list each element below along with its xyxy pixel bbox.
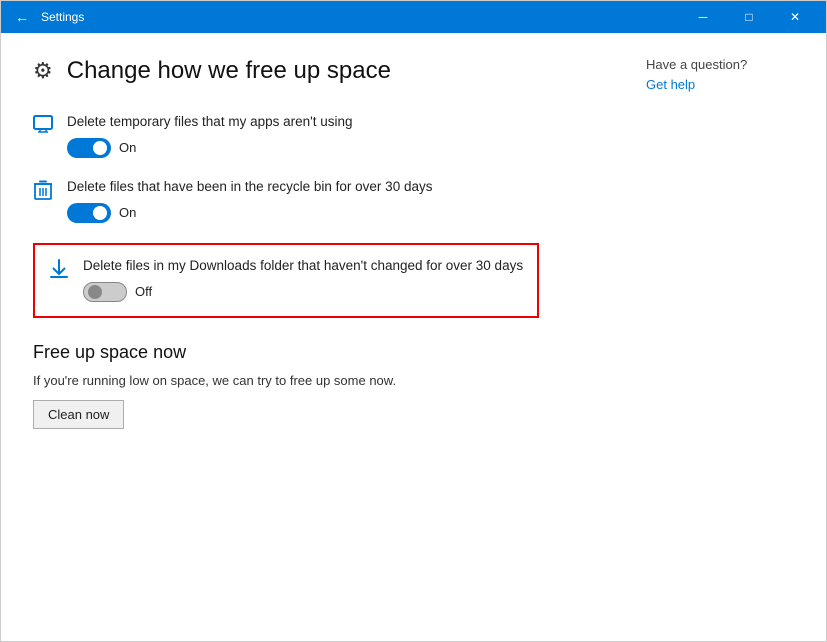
trash-icon [33, 180, 53, 200]
temp-files-label: Delete temporary files that my apps aren… [67, 113, 352, 132]
downloads-toggle-track[interactable] [83, 282, 127, 302]
setting-row-recycle-bin: Delete files that have been in the recyc… [33, 178, 594, 223]
recycle-bin-toggle-track[interactable] [67, 203, 111, 223]
main-panel: ⚙ Change how we free up space Delete tem… [1, 33, 626, 641]
highlighted-downloads-section: Delete files in my Downloads folder that… [33, 243, 539, 318]
get-help-link[interactable]: Get help [646, 77, 695, 92]
close-button[interactable]: ✕ [772, 1, 818, 33]
recycle-bin-toggle[interactable]: On [67, 203, 432, 223]
back-button[interactable]: ← [11, 6, 33, 28]
maximize-button[interactable]: □ [726, 1, 772, 33]
title-bar: ← Settings ─ □ ✕ [1, 1, 826, 33]
page-header: ⚙ Change how we free up space [33, 57, 594, 85]
setting-content-temp-files: Delete temporary files that my apps aren… [67, 113, 352, 158]
sidebar: Have a question? Get help [626, 33, 826, 641]
sidebar-question: Have a question? [646, 57, 806, 72]
temp-files-toggle[interactable]: On [67, 138, 352, 158]
free-up-section-title: Free up space now [33, 342, 594, 363]
temp-files-toggle-thumb [93, 141, 107, 155]
setting-content-downloads: Delete files in my Downloads folder that… [83, 257, 523, 302]
temp-files-toggle-label: On [119, 140, 136, 155]
window-controls: ─ □ ✕ [680, 1, 818, 33]
downloads-toggle-thumb [88, 285, 102, 299]
setting-row-temp-files: Delete temporary files that my apps aren… [33, 113, 594, 158]
minimize-button[interactable]: ─ [680, 1, 726, 33]
temp-files-toggle-track[interactable] [67, 138, 111, 158]
downloads-toggle[interactable]: Off [83, 282, 523, 302]
settings-window: ← Settings ─ □ ✕ ⚙ Change how we free up… [0, 0, 827, 642]
content-area: ⚙ Change how we free up space Delete tem… [1, 33, 826, 641]
downloads-toggle-label: Off [135, 284, 152, 299]
title-bar-left: ← Settings [11, 6, 84, 28]
clean-now-button[interactable]: Clean now [33, 400, 124, 429]
setting-content-recycle-bin: Delete files that have been in the recyc… [67, 178, 432, 223]
recycle-bin-toggle-thumb [93, 206, 107, 220]
downloads-label: Delete files in my Downloads folder that… [83, 257, 523, 276]
recycle-bin-label: Delete files that have been in the recyc… [67, 178, 432, 197]
download-icon [49, 259, 69, 279]
window-title: Settings [41, 10, 84, 24]
recycle-bin-toggle-label: On [119, 205, 136, 220]
monitor-icon [33, 115, 53, 133]
page-title: Change how we free up space [67, 57, 391, 85]
free-up-description: If you're running low on space, we can t… [33, 373, 594, 388]
settings-gear-icon: ⚙ [33, 58, 53, 84]
